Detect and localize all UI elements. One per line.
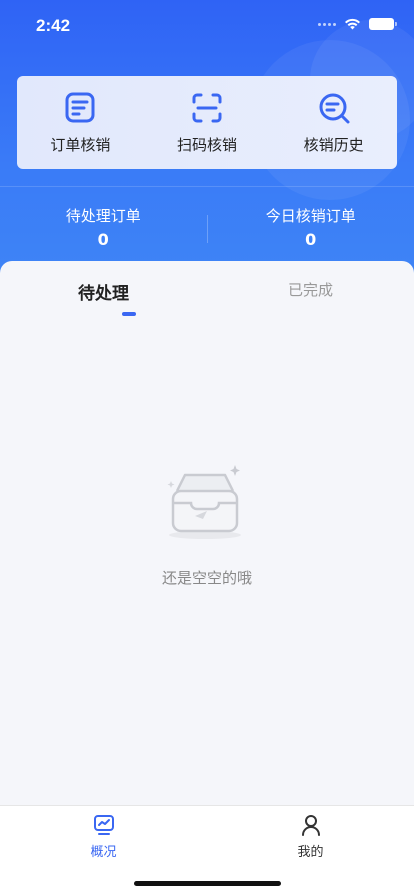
verify-history-label: 核销历史 — [303, 136, 364, 154]
today-verified-stat[interactable]: 今日核销订单 0 — [208, 187, 414, 250]
status-time: 2:42 — [36, 16, 71, 35]
overview-icon — [93, 815, 114, 835]
order-icon — [65, 92, 95, 123]
tab-completed-label: 已完成 — [287, 281, 333, 299]
order-verify-label: 订单核销 — [50, 136, 111, 154]
verify-history-button[interactable]: 核销历史 — [274, 90, 394, 155]
profile-icon — [301, 815, 320, 836]
home-indicator — [134, 881, 281, 886]
tabbar-overview-label: 概况 — [90, 845, 117, 860]
pending-orders-label: 待处理订单 — [65, 207, 141, 225]
wifi-icon — [345, 18, 360, 30]
tab-completed[interactable]: 已完成 — [207, 261, 414, 321]
today-verified-label: 今日核销订单 — [265, 207, 356, 225]
signal-icon — [318, 22, 336, 26]
tab-pending-label: 待处理 — [78, 284, 129, 304]
tab-pending[interactable]: 待处理 — [0, 261, 207, 321]
status-icons — [318, 18, 397, 30]
status-bar: 2:42 — [0, 0, 414, 50]
tabbar-profile-label: 我的 — [297, 845, 324, 860]
pending-orders-value: 0 — [97, 230, 109, 249]
scan-verify-label: 扫码核销 — [176, 136, 237, 154]
history-icon — [319, 93, 350, 124]
orders-content: 待处理 已完成 还是空空的哦 — [0, 261, 414, 805]
order-verify-button[interactable]: 订单核销 — [20, 90, 140, 155]
empty-state: 还是空空的哦 — [0, 461, 414, 588]
quick-actions-panel: 订单核销 扫码核销 核销历史 — [17, 76, 397, 169]
stats-row: 待处理订单 0 今日核销订单 0 — [0, 186, 414, 250]
order-tabs: 待处理 已完成 — [0, 261, 414, 321]
pending-orders-stat[interactable]: 待处理订单 0 — [0, 187, 207, 250]
today-verified-value: 0 — [305, 230, 317, 249]
scan-icon — [192, 93, 222, 123]
empty-inbox-icon — [167, 465, 241, 539]
scan-verify-button[interactable]: 扫码核销 — [147, 90, 267, 155]
empty-state-text: 还是空空的哦 — [161, 569, 252, 587]
battery-icon — [369, 18, 397, 30]
active-tab-indicator — [122, 312, 136, 316]
